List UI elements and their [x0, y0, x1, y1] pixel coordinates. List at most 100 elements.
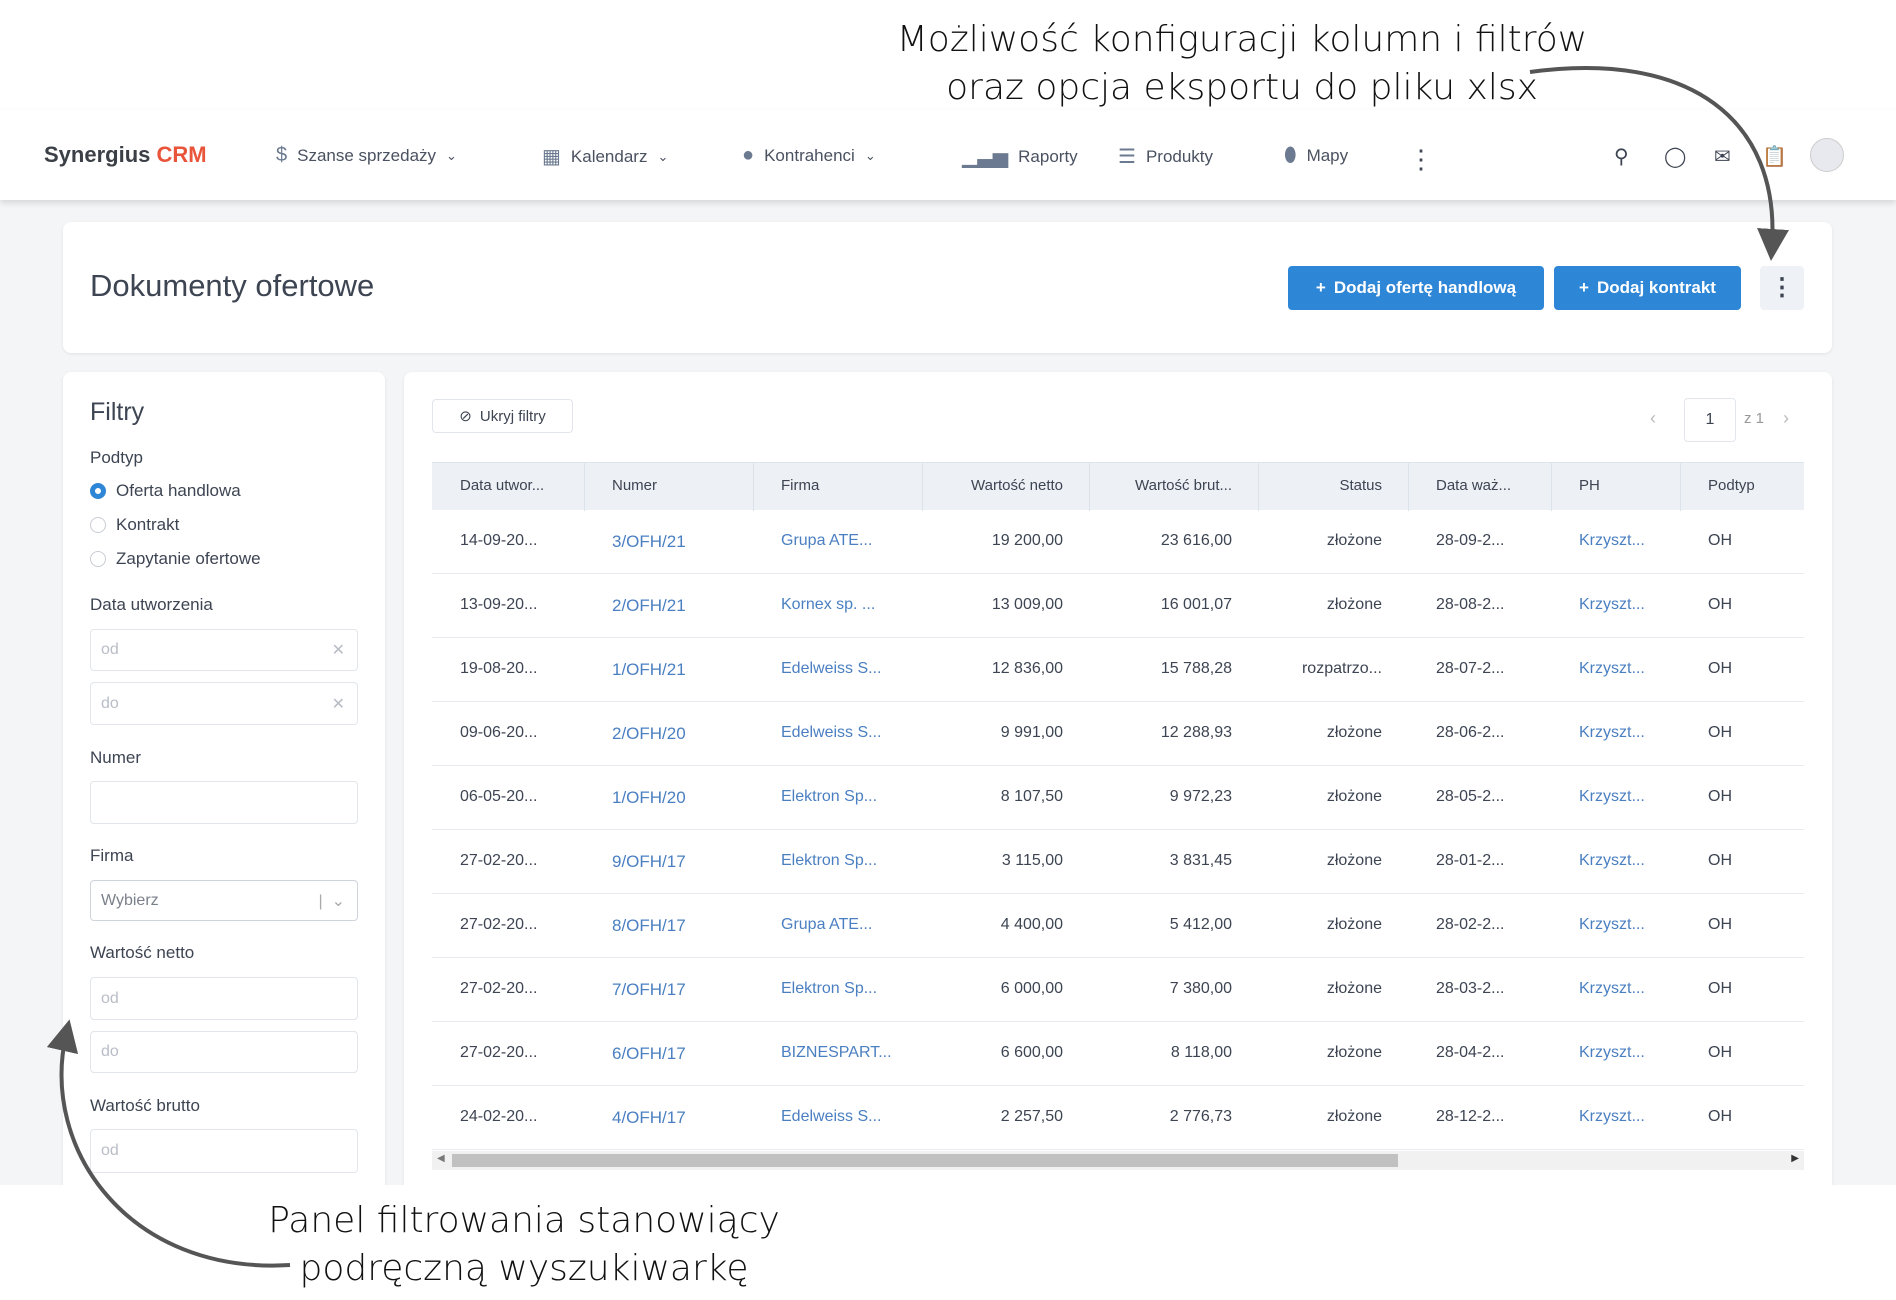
- number-input[interactable]: [90, 781, 358, 824]
- chat-icon[interactable]: ◯: [1664, 144, 1686, 169]
- subtype-radio-2[interactable]: Zapytanie ofertowe: [90, 549, 261, 569]
- table-cell: 28-01-2...: [1436, 852, 1505, 869]
- add-offer-button[interactable]: + Dodaj ofertę handlową: [1288, 266, 1544, 310]
- table-cell: 5 412,00: [1169, 916, 1232, 933]
- table-cell[interactable]: Krzyszt...: [1579, 532, 1678, 550]
- clipboard-icon[interactable]: 📋: [1762, 144, 1787, 169]
- table-cell[interactable]: 3/OFH/21: [612, 532, 751, 552]
- table-row[interactable]: 27-02-20... 9/OFH/17 Elektron Sp... 3 115,0…: [432, 830, 1804, 894]
- table-cell[interactable]: Krzyszt...: [1579, 660, 1678, 678]
- clear-icon[interactable]: ✕: [332, 694, 345, 714]
- table-cell[interactable]: Kornex sp. ...: [781, 596, 920, 614]
- top-nav: Synergius CRM $ Szanse sprzedaży ⌄ ▦ Kalenda…: [0, 110, 1896, 200]
- number-label: Numer: [90, 748, 142, 767]
- table-cell[interactable]: 7/OFH/17: [612, 980, 751, 1000]
- table-row[interactable]: 19-08-20... 1/OFH/21 Edelweiss S... 12 836,…: [432, 638, 1804, 702]
- table-row[interactable]: 27-02-20... 6/OFH/17 BIZNESPART... 6 600,00…: [432, 1022, 1804, 1086]
- column-header[interactable]: Firma: [781, 477, 920, 494]
- nav-item-1[interactable]: ▦ Kalendarz ⌄: [542, 144, 668, 169]
- radio-icon[interactable]: [90, 517, 106, 533]
- table-cell[interactable]: Elektron Sp...: [781, 788, 920, 806]
- table-cell[interactable]: Edelweiss S...: [781, 660, 920, 678]
- table-cell[interactable]: Elektron Sp...: [781, 852, 920, 870]
- column-header[interactable]: Data utwor...: [460, 477, 582, 494]
- table-cell[interactable]: Edelweiss S...: [781, 724, 920, 742]
- column-header[interactable]: Numer: [612, 477, 751, 494]
- company-select[interactable]: Wybierz | ⌄: [90, 880, 358, 921]
- table-cell[interactable]: Edelweiss S...: [781, 1108, 920, 1126]
- column-header[interactable]: Podtyp: [1708, 477, 1802, 494]
- placeholder: do: [101, 694, 119, 712]
- created-to-input[interactable]: do ✕: [90, 682, 358, 725]
- nav-item-3[interactable]: ▁▃▅ Raporty: [962, 144, 1078, 169]
- table-cell[interactable]: 6/OFH/17: [612, 1044, 751, 1064]
- radio-icon[interactable]: [90, 483, 106, 499]
- table-cell[interactable]: BIZNESPART...: [781, 1044, 920, 1062]
- scrollbar-thumb[interactable]: [452, 1154, 1398, 1167]
- clear-icon[interactable]: ✕: [332, 640, 345, 660]
- table-cell[interactable]: Krzyszt...: [1579, 1108, 1678, 1126]
- avatar[interactable]: [1810, 138, 1844, 172]
- more-options-button[interactable]: ⋮: [1760, 266, 1804, 310]
- column-header[interactable]: Status: [1258, 477, 1382, 494]
- table-cell[interactable]: Krzyszt...: [1579, 596, 1678, 614]
- net-from-input[interactable]: od: [90, 977, 358, 1020]
- more-icon[interactable]: ⋮: [1408, 144, 1434, 175]
- table-cell[interactable]: Krzyszt...: [1579, 724, 1678, 742]
- scroll-right-icon[interactable]: ▶: [1791, 1153, 1799, 1164]
- column-header[interactable]: Data waż...: [1436, 477, 1549, 494]
- calendar-icon: ▦: [542, 146, 561, 168]
- nav-item-4[interactable]: ☰ Produkty: [1118, 144, 1213, 169]
- horizontal-scrollbar[interactable]: ◀ ▶: [432, 1151, 1804, 1170]
- table-cell[interactable]: 1/OFH/20: [612, 788, 751, 808]
- mail-icon[interactable]: ✉: [1714, 144, 1731, 169]
- table-cell[interactable]: Krzyszt...: [1579, 980, 1678, 998]
- radio-icon[interactable]: [90, 551, 106, 567]
- table-cell[interactable]: 4/OFH/17: [612, 1108, 751, 1128]
- column-header[interactable]: Wartość netto: [922, 477, 1063, 494]
- table-cell[interactable]: 9/OFH/17: [612, 852, 751, 872]
- nav-item-0[interactable]: $ Szanse sprzedaży ⌄: [276, 144, 457, 167]
- next-page-icon[interactable]: ›: [1783, 408, 1789, 429]
- column-header[interactable]: PH: [1579, 477, 1678, 494]
- scroll-left-icon[interactable]: ◀: [437, 1153, 445, 1164]
- table-cell[interactable]: 2/OFH/20: [612, 724, 751, 744]
- subtype-radio-0[interactable]: Oferta handlowa: [90, 481, 241, 501]
- table-row[interactable]: 27-02-20... 8/OFH/17 Grupa ATE... 4 400,00 5…: [432, 894, 1804, 958]
- table-cell[interactable]: 1/OFH/21: [612, 660, 751, 680]
- table-cell: 06-05-20...: [460, 788, 538, 805]
- logo[interactable]: Synergius CRM: [44, 142, 207, 168]
- table-cell[interactable]: 8/OFH/17: [612, 916, 751, 936]
- table-row[interactable]: 24-02-20... 4/OFH/17 Edelweiss S... 2 257,5…: [432, 1086, 1804, 1150]
- gross-from-input[interactable]: od: [90, 1129, 358, 1173]
- nav-item-5[interactable]: ⬮ Mapy: [1284, 144, 1348, 167]
- table-cell[interactable]: Krzyszt...: [1579, 852, 1678, 870]
- table-row[interactable]: 13-09-20... 2/OFH/21 Kornex sp. ... 13 009,…: [432, 574, 1804, 638]
- net-to-input[interactable]: do: [90, 1031, 358, 1073]
- prev-page-icon[interactable]: ‹: [1650, 408, 1656, 429]
- created-from-input[interactable]: od ✕: [90, 629, 358, 671]
- table-cell[interactable]: Grupa ATE...: [781, 916, 920, 934]
- net-label: Wartość netto: [90, 943, 195, 962]
- add-contract-button[interactable]: + Dodaj kontrakt: [1554, 266, 1741, 310]
- company-label: Firma: [90, 846, 134, 865]
- subtype-radio-1[interactable]: Kontrakt: [90, 515, 179, 535]
- hide-filters-button[interactable]: ⊘ Ukryj filtry: [432, 399, 573, 433]
- table-cell[interactable]: Grupa ATE...: [781, 532, 920, 550]
- table-row[interactable]: 06-05-20... 1/OFH/20 Elektron Sp... 8 107,5…: [432, 766, 1804, 830]
- page-input[interactable]: 1: [1684, 398, 1736, 442]
- search-icon[interactable]: ⚲: [1614, 144, 1629, 169]
- table-row[interactable]: 14-09-20... 3/OFH/21 Grupa ATE... 19 200,00…: [432, 510, 1804, 574]
- table-cell[interactable]: 2/OFH/21: [612, 596, 751, 616]
- table-cell[interactable]: Krzyszt...: [1579, 788, 1678, 806]
- table-row[interactable]: 27-02-20... 7/OFH/17 Elektron Sp... 6 000,0…: [432, 958, 1804, 1022]
- table-cell[interactable]: Krzyszt...: [1579, 916, 1678, 934]
- table-cell: 12 836,00: [991, 660, 1063, 677]
- list-icon: ☰: [1118, 146, 1136, 168]
- table-row[interactable]: 09-06-20... 2/OFH/20 Edelweiss S... 9 991,0…: [432, 702, 1804, 766]
- table-cell[interactable]: Elektron Sp...: [781, 980, 920, 998]
- nav-item-2[interactable]: ● Kontrahenci ⌄: [742, 144, 876, 167]
- column-header[interactable]: Wartość brut...: [1089, 477, 1232, 494]
- table-cell: 15 788,28: [1160, 660, 1232, 677]
- table-cell[interactable]: Krzyszt...: [1579, 1044, 1678, 1062]
